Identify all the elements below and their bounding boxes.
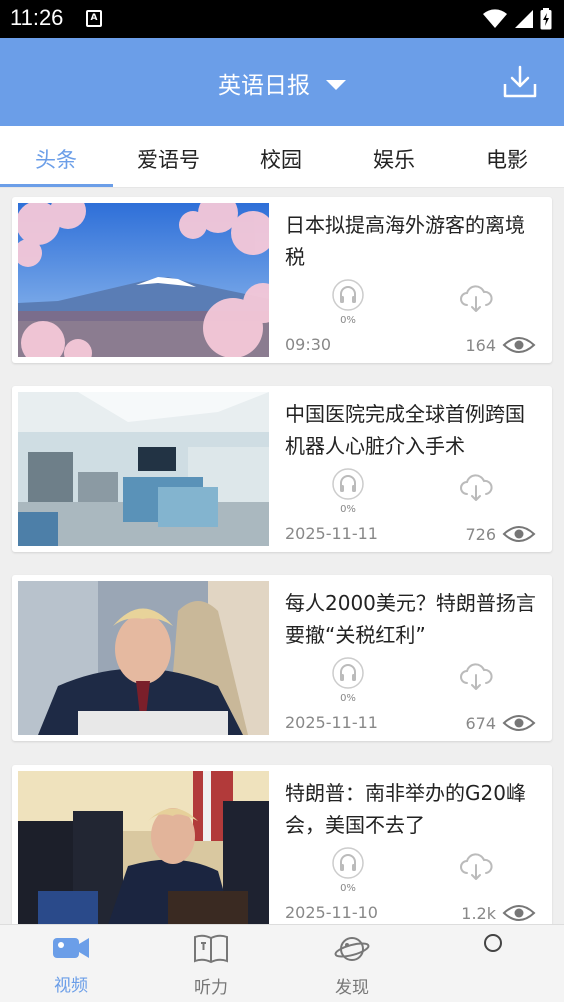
tab-movies[interactable]: 电影 [486,144,528,174]
category-tabs: 头条 爱语号 校园 娱乐 电影 [0,126,564,188]
caret-down-icon [326,79,346,90]
listen-progress: 0% [340,883,356,894]
headphones-icon[interactable] [332,657,364,689]
view-count: 674 [465,713,536,733]
tab-campus[interactable]: 校园 [260,144,302,174]
bottom-nav: 视频 听力 发现 [0,924,564,1002]
eye-icon [502,337,536,353]
channel-title: 英语日报 [218,73,310,99]
nav-discover[interactable]: 发现 [312,933,392,998]
view-count-value: 1.2k [461,903,496,923]
cloud-download-icon[interactable] [458,853,494,881]
tab-entertainment[interactable]: 娱乐 [373,144,415,174]
article-card[interactable]: 特朗普：南非举办的G20峰会，美国不去了 0% 2025-11-10 1.2k [12,765,552,924]
view-count-value: 674 [465,713,496,733]
article-title[interactable]: 日本拟提高海外游客的离境税 [285,209,541,273]
headphones-icon[interactable] [332,847,364,879]
download-icon[interactable] [502,64,538,100]
view-count: 1.2k [461,903,536,923]
listen-progress: 0% [340,504,356,515]
article-list[interactable]: 日本拟提高海外游客的离境税 0% 09:30 164 中国医院完成全球首例跨国机… [0,188,564,924]
tab-headlines[interactable]: 头条 [35,144,77,174]
article-thumbnail [18,581,269,735]
view-count-value: 164 [465,335,496,355]
video-camera-icon [53,938,89,958]
view-count: 726 [465,524,536,544]
eye-icon [502,526,536,542]
nav-listening-label: 听力 [194,978,228,998]
status-icons [482,8,552,30]
wifi-icon [483,9,507,28]
nav-listening[interactable]: 听力 [171,933,251,998]
nav-video-label: 视频 [54,976,88,996]
planet-icon [334,937,370,961]
article-date: 2025-11-11 [285,713,378,732]
article-date: 2025-11-10 [285,903,378,922]
article-card[interactable]: 日本拟提高海外游客的离境税 0% 09:30 164 [12,197,552,363]
article-title[interactable]: 特朗普：南非举办的G20峰会，美国不去了 [285,777,541,841]
view-count: 164 [465,335,536,355]
article-thumbnail [18,203,269,357]
headphones-icon[interactable] [332,468,364,500]
notification-app-icon: A [86,10,102,27]
status-time: 11:26 [10,5,64,30]
status-bar: 11:26 A [0,0,564,38]
view-count-value: 726 [465,524,496,544]
chat-bubble-icon[interactable] [484,934,502,952]
article-card[interactable]: 中国医院完成全球首例跨国机器人心脏介入手术 0% 2025-11-11 726 [12,386,552,552]
book-icon [194,934,228,964]
eye-icon [502,905,536,921]
nav-discover-label: 发现 [335,978,369,998]
cloud-download-icon[interactable] [458,285,494,313]
article-title[interactable]: 每人2000美元？特朗普扬言要撤“关税红利” [285,587,541,651]
signal-icon [515,10,533,28]
channel-selector[interactable]: 英语日报 [0,66,564,100]
nav-video[interactable]: 视频 [31,933,111,996]
article-card[interactable]: 每人2000美元？特朗普扬言要撤“关税红利” 0% 2025-11-11 674 [12,575,552,741]
cloud-download-icon[interactable] [458,663,494,691]
listen-progress: 0% [340,693,356,704]
article-thumbnail [18,771,269,924]
battery-icon [540,8,552,30]
eye-icon [502,715,536,731]
listen-progress: 0% [340,315,356,326]
article-title[interactable]: 中国医院完成全球首例跨国机器人心脏介入手术 [285,398,541,462]
article-date: 09:30 [285,335,332,354]
headphones-icon[interactable] [332,279,364,311]
cloud-download-icon[interactable] [458,474,494,502]
article-date: 2025-11-11 [285,524,378,543]
app-header: 英语日报 [0,38,564,126]
article-thumbnail [18,392,269,546]
tab-aiyuhao[interactable]: 爱语号 [137,144,200,174]
